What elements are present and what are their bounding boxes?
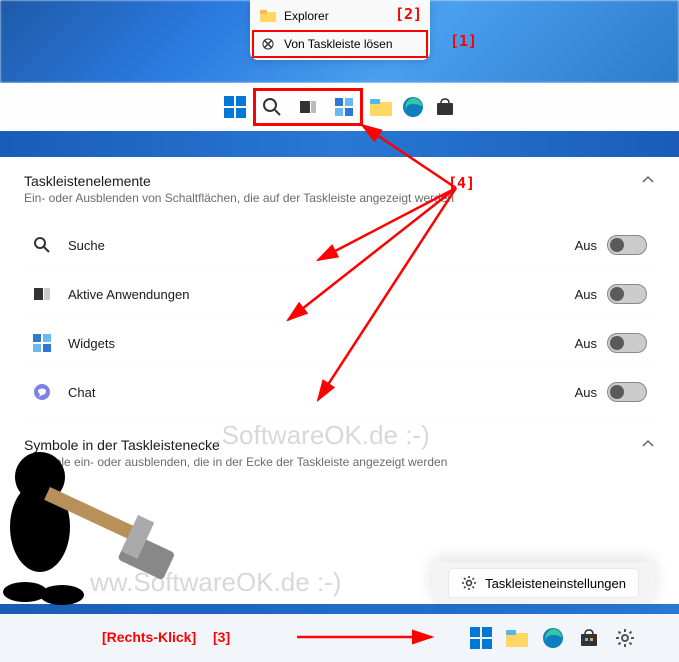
setting-label: Suche (68, 238, 105, 253)
taskbar-settings-button[interactable]: Taskleisteneinstellungen (448, 568, 639, 598)
toggle-state: Aus (575, 385, 597, 400)
edge-icon[interactable] (539, 624, 567, 652)
widgets-icon[interactable] (330, 93, 358, 121)
toggle-state: Aus (575, 287, 597, 302)
chevron-up-icon[interactable] (641, 437, 655, 451)
annotation-arrow-3 (292, 622, 452, 652)
toggle-taskview[interactable] (607, 284, 647, 304)
store-icon[interactable] (575, 624, 603, 652)
toggle-search[interactable] (607, 235, 647, 255)
taskview-icon (32, 284, 52, 304)
context-item-label: Von Taskleiste lösen (284, 37, 393, 51)
context-menu-bottom: Taskleisteneinstellungen (432, 562, 655, 604)
chevron-up-icon[interactable] (641, 173, 655, 187)
settings-icon[interactable] (611, 624, 639, 652)
start-icon[interactable] (467, 624, 495, 652)
folder-icon (260, 8, 276, 24)
setting-label: Chat (68, 385, 95, 400)
start-icon[interactable] (221, 93, 249, 121)
annotation-1: [1] (450, 32, 477, 50)
search-icon[interactable] (258, 93, 286, 121)
mascot-icon (0, 437, 190, 617)
chat-icon (32, 382, 52, 402)
annotation-4: [4] (448, 174, 475, 192)
unpin-icon (260, 36, 276, 52)
setting-label: Aktive Anwendungen (68, 287, 189, 302)
toggle-widgets[interactable] (607, 333, 647, 353)
explorer-icon[interactable] (503, 624, 531, 652)
context-item-unpin[interactable]: Von Taskleiste lösen (254, 32, 426, 56)
toggle-state: Aus (575, 336, 597, 351)
explorer-icon[interactable] (367, 93, 395, 121)
widgets-icon (32, 333, 52, 353)
annotation-arrows (258, 120, 478, 440)
toggle-chat[interactable] (607, 382, 647, 402)
taskview-icon[interactable] (294, 93, 322, 121)
toggle-state: Aus (575, 238, 597, 253)
annotation-3-label: [Rechts-Klick] [3] (102, 629, 230, 646)
search-icon (32, 235, 52, 255)
setting-label: Widgets (68, 336, 115, 351)
context-item-label: Explorer (284, 9, 329, 23)
store-icon[interactable] (431, 93, 459, 121)
button-label: Taskleisteneinstellungen (485, 576, 626, 591)
annotation-2: [2] (395, 5, 422, 23)
edge-icon[interactable] (399, 93, 427, 121)
gear-icon (461, 575, 477, 591)
